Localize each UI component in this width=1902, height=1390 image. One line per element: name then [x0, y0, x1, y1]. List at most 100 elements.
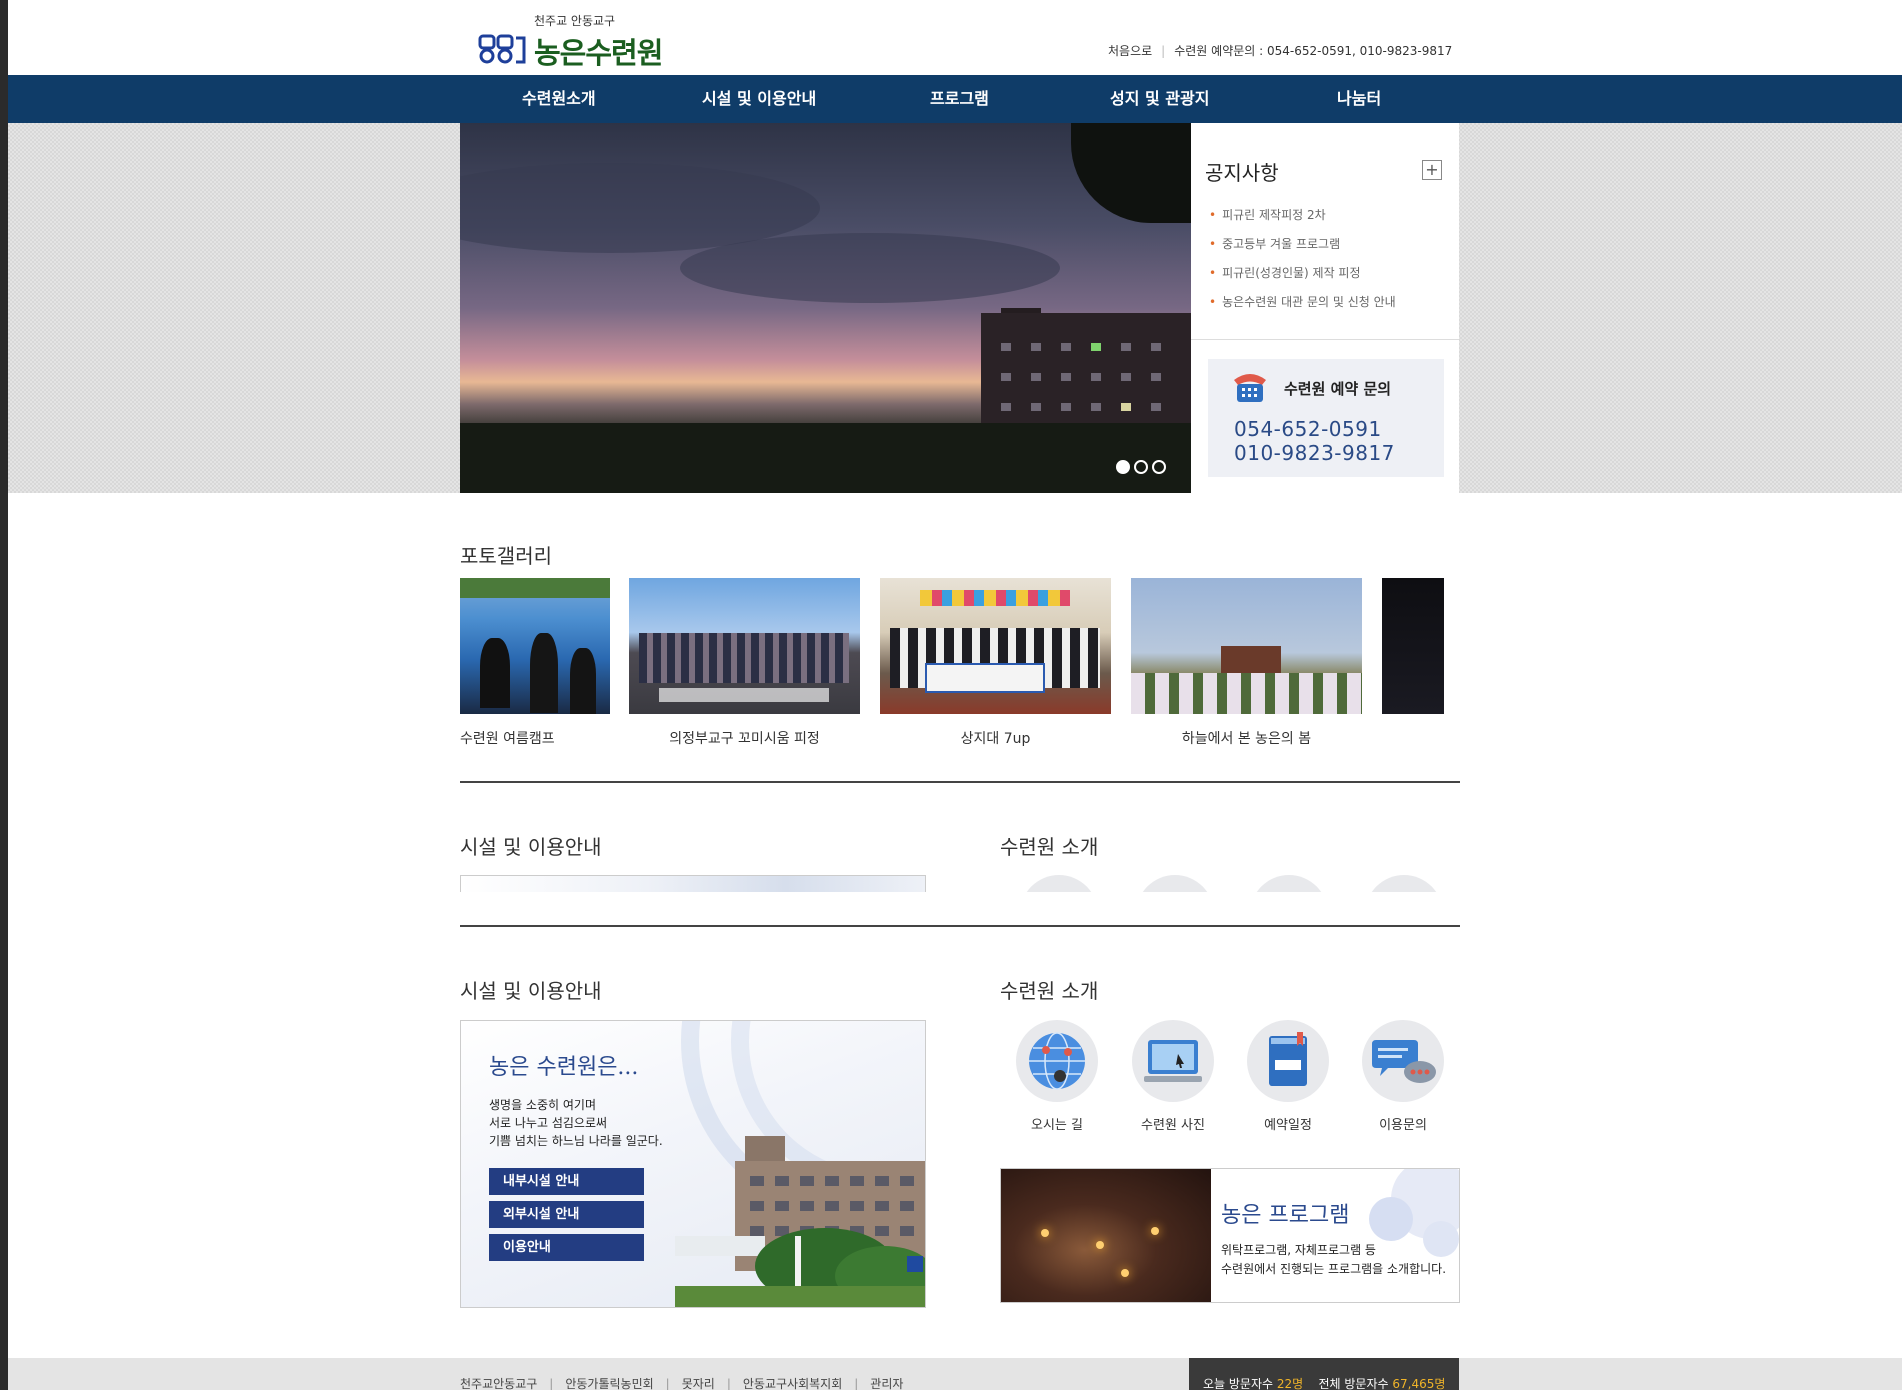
- home-link[interactable]: 처음으로: [1108, 44, 1152, 58]
- nav-item-facilities[interactable]: 시설 및 이용안내: [702, 75, 816, 123]
- gallery-caption: 수련원 여름캠프: [460, 731, 555, 747]
- book-icon: [1269, 1032, 1307, 1086]
- notice-item[interactable]: • 피규린(성경인물) 제작 피정: [1209, 259, 1396, 288]
- telephone-icon: [1234, 374, 1266, 402]
- section-divider: [460, 925, 1460, 927]
- facility-section-title: 시설 및 이용안내: [460, 979, 602, 1003]
- gallery-thumbnail: [1382, 578, 1444, 714]
- globe-icon: [1029, 1032, 1085, 1090]
- visitor-counter: 오늘 방문자수 22명 전체 방문자수 67,465명: [1189, 1358, 1459, 1390]
- gallery-item[interactable]: 수련원 여름캠프: [460, 578, 610, 748]
- gallery-caption: 하늘에서 본 농은의 봄: [1181, 731, 1312, 747]
- reservation-box: 수련원 예약 문의 054-652-0591 010-9823-9817: [1208, 359, 1444, 477]
- intro-icon-label: 수련원 사진: [1141, 1118, 1205, 1133]
- notice-list: • 피규린 제작피정 2차 • 중고등부 겨울 프로그램 • 피규린(성경인물) 제작…: [1209, 201, 1396, 317]
- reservation-title: 수련원 예약 문의: [1284, 380, 1392, 398]
- gallery-item[interactable]: 상지대 7up: [880, 578, 1111, 748]
- facility-heading: 농은 수련원은...: [489, 1055, 639, 1080]
- bullet-icon: •: [1209, 266, 1217, 280]
- monitor-icon: [1144, 1040, 1202, 1082]
- notice-more-button[interactable]: +: [1422, 160, 1442, 180]
- cloud: [680, 233, 1060, 303]
- gallery-thumbnail: [1131, 578, 1362, 714]
- logo-title: 농은수련원: [534, 36, 663, 70]
- reservation-phone-2: 010-9823-9817: [1234, 441, 1395, 465]
- bullet-icon: •: [1209, 237, 1217, 251]
- main-slider[interactable]: [460, 123, 1191, 493]
- footer-links: 천주교안동교구 | 안동가톨릭농민회 | 못자리 | 안동교구사회복지회 | 관리자: [460, 1377, 904, 1390]
- program-photo: [1001, 1169, 1211, 1302]
- footer-link[interactable]: 천주교안동교구: [460, 1377, 537, 1390]
- gallery-thumbnail: [629, 578, 860, 714]
- intro-icon-label: 오시는 길: [1031, 1118, 1083, 1133]
- notice-title: 공지사항: [1205, 161, 1279, 185]
- gallery-item[interactable]: 의정부교구 꼬미시움 피정: [629, 578, 860, 748]
- notice-item[interactable]: • 농은수련원 대관 문의 및 신청 안내: [1209, 288, 1396, 317]
- intro-section-title: 수련원 소개: [1000, 835, 1099, 859]
- slider-dot-2[interactable]: [1134, 460, 1148, 474]
- facility-text: 생명을 소중히 여기며: [489, 1098, 596, 1112]
- directions-link[interactable]: 오시는 길: [1015, 1020, 1099, 1133]
- program-text: 위탁프로그램, 자체프로그램 등: [1221, 1243, 1376, 1257]
- bullet-icon: •: [1209, 208, 1217, 222]
- retreat-photos-link[interactable]: 수련원 사진: [1131, 1020, 1215, 1133]
- site-logo[interactable]: 천주교 안동교구 농은수련원: [468, 10, 728, 70]
- intro-icon-label: 예약일정: [1264, 1118, 1312, 1133]
- reservation-contact: 수련원 예약문의 : 054-652-0591, 010-9823-9817: [1174, 44, 1453, 58]
- site-header: 천주교 안동교구 농은수련원 처음으로 | 수련원 예약문의 : 054-652-0…: [8, 0, 1902, 75]
- slider-dots: [1116, 459, 1170, 478]
- facility-text: 기쁨 넘치는 하느님 나라를 일군다.: [489, 1134, 663, 1148]
- facility-text: 서로 나누고 섬김으로써: [489, 1116, 608, 1130]
- retreat-building-image: [675, 1136, 925, 1307]
- gallery-title: 포토갤러리: [460, 544, 552, 568]
- facility-section-title: 시설 및 이용안내: [460, 835, 602, 859]
- total-visitor-count: 67,465명: [1392, 1377, 1446, 1390]
- program-text: 수련원에서 진행되는 프로그램을 소개합니다.: [1221, 1262, 1447, 1276]
- intro-icon-label: 이용문의: [1379, 1118, 1427, 1133]
- gallery-item[interactable]: 하늘에서 본 농은의 봄: [1131, 578, 1362, 748]
- usage-inquiry-link[interactable]: 이용문의: [1361, 1020, 1445, 1133]
- nav-item-community[interactable]: 나눔터: [1337, 75, 1381, 123]
- footer-link[interactable]: 안동교구사회복지회: [743, 1377, 842, 1390]
- notice-item[interactable]: • 중고등부 겨울 프로그램: [1209, 230, 1396, 259]
- section-divider: [460, 781, 1460, 783]
- footer-link[interactable]: 관리자: [870, 1377, 903, 1390]
- program-banner[interactable]: 농은 프로그램 위탁프로그램, 자체프로그램 등 수련원에서 진행되는 프로그램…: [1000, 1168, 1460, 1303]
- link-separator: |: [1161, 44, 1166, 58]
- notice-panel: 공지사항 + • 피규린 제작피정 2차 • 중고등부 겨울 프로그램 • 피규린(성…: [1191, 123, 1459, 493]
- logo-subtitle: 천주교 안동교구: [534, 14, 616, 28]
- footer-link[interactable]: 못자리: [682, 1377, 715, 1390]
- decorative-circles: [1369, 1169, 1459, 1257]
- total-visitor-label: 전체 방문자수: [1318, 1377, 1389, 1390]
- gallery-item[interactable]: [1382, 578, 1444, 728]
- intro-icon-partial: [1020, 875, 1098, 892]
- notice-item[interactable]: • 피규린 제작피정 2차: [1209, 201, 1396, 230]
- slider-dot-3[interactable]: [1152, 460, 1166, 474]
- today-visitor-label: 오늘 방문자수: [1203, 1377, 1274, 1390]
- window-edge: [0, 0, 8, 1390]
- intro-icon-partial: [1365, 875, 1443, 892]
- intro-section-title: 수련원 소개: [1000, 979, 1099, 1003]
- chat-icon: [1372, 1040, 1436, 1083]
- reservation-schedule-link[interactable]: 예약일정: [1246, 1020, 1330, 1133]
- divider: [1191, 339, 1459, 340]
- top-links: 처음으로 | 수련원 예약문의 : 054-652-0591, 010-9823-9…: [1108, 42, 1452, 59]
- logo-mark-icon: [478, 34, 526, 64]
- gallery-thumbnail: [460, 578, 610, 714]
- program-heading: 농은 프로그램: [1221, 1203, 1350, 1228]
- slider-dot-1[interactable]: [1116, 460, 1130, 474]
- nav-item-intro[interactable]: 수련원소개: [522, 75, 596, 123]
- usage-guide-button[interactable]: 이용안내: [489, 1234, 644, 1261]
- gallery-thumbnail: [880, 578, 1111, 714]
- treeline-silhouette: [460, 423, 1191, 493]
- intro-icon-partial: [1250, 875, 1328, 892]
- nav-item-program[interactable]: 프로그램: [930, 75, 989, 123]
- today-visitor-count: 22명: [1276, 1377, 1304, 1390]
- gallery-caption: 상지대 7up: [960, 731, 1031, 747]
- exterior-facilities-button[interactable]: 외부시설 안내: [489, 1201, 644, 1228]
- photo-gallery: 수련원 여름캠프 의정부교구 꼬미시움 피정 상지대 7up 하늘에서 본 농은…: [460, 578, 1444, 756]
- tree-silhouette: [1071, 123, 1191, 223]
- interior-facilities-button[interactable]: 내부시설 안내: [489, 1168, 644, 1195]
- nav-item-holy-sites[interactable]: 성지 및 관광지: [1110, 75, 1209, 123]
- footer-link[interactable]: 안동가톨릭농민회: [565, 1377, 653, 1390]
